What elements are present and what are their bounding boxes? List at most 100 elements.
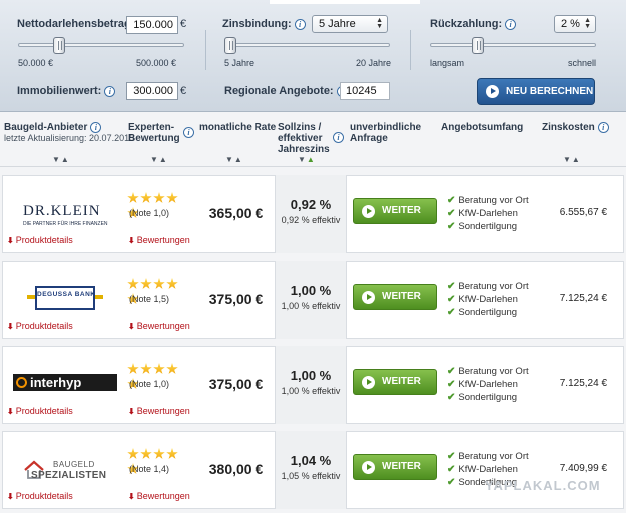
info-icon[interactable]: i: [104, 85, 116, 97]
header-offer-scope: Angebotsumfang: [441, 122, 524, 133]
product-details-link[interactable]: ⬇ Produktdetails: [7, 235, 73, 245]
play-icon: [486, 85, 499, 98]
star-icon: [127, 192, 139, 203]
effective-rate: 0,92 % effektiv: [281, 215, 341, 225]
info-icon[interactable]: i: [90, 122, 102, 133]
loan-amount-input[interactable]: 150.000: [126, 16, 178, 34]
product-details-link[interactable]: ⬇ Produktdetails: [7, 406, 73, 416]
rating-stars: [127, 192, 191, 218]
play-icon: [362, 461, 375, 474]
select-arrows-icon: ▲ ▼: [584, 17, 591, 30]
continue-button[interactable]: WEITER: [353, 198, 437, 224]
property-value-label: Immobilienwert: i: [17, 85, 116, 97]
fixation-min-label: 5 Jahre: [224, 58, 255, 68]
star-icon: [140, 448, 152, 459]
page-margin: [626, 0, 640, 513]
play-icon: [362, 376, 375, 389]
info-icon[interactable]: i: [294, 18, 306, 30]
logo-bar-right: [95, 295, 103, 299]
provider-logo-baugeld-spezialisten: BAUGELD SPEZIALISTEN: [13, 446, 115, 488]
offer-row: DR.KLEIN DIE PARTNER FÜR IHRE FINANZEN ⬇…: [2, 175, 624, 253]
reviews-link[interactable]: ⬇ Bewertungen: [128, 321, 190, 331]
nominal-rate: 1,00 %: [290, 283, 332, 298]
sort-monthly[interactable]: ▼▲: [225, 155, 243, 164]
sort-provider[interactable]: ▼▲: [52, 155, 70, 164]
loan-amount-label: Nettodarlehensbetrag:: [17, 18, 135, 30]
property-value-input[interactable]: 300.000: [126, 82, 178, 100]
rating-stars: [127, 448, 191, 474]
results-table-header: Baugeld-Anbieter i letzte Aktualisierung:…: [0, 112, 626, 167]
check-icon: ✔: [447, 464, 456, 475]
repayment-slider-handle[interactable]: [471, 37, 484, 54]
check-icon: ✔: [447, 477, 456, 488]
rating-note: (Note 1,0): [129, 208, 170, 218]
star-icon: [153, 192, 165, 203]
offer-row: BAUGELD SPEZIALISTEN ⬇ Produktdetails (No…: [2, 431, 624, 509]
logo-ring-icon: [16, 377, 27, 388]
interest-cost: 6.555,67 €: [559, 207, 607, 218]
sort-down-icon: ▼: [298, 155, 307, 164]
info-icon[interactable]: i: [505, 18, 517, 30]
check-icon: ✔: [447, 307, 456, 318]
sort-cost[interactable]: ▼▲: [563, 155, 581, 164]
nominal-rate: 0,92 %: [290, 197, 332, 212]
chevron-down-icon: ⬇: [128, 322, 135, 331]
header-monthly-rate: monatliche Rate: [199, 122, 277, 133]
reviews-link[interactable]: ⬇ Bewertungen: [128, 491, 190, 501]
product-details-link[interactable]: ⬇ Produktdetails: [7, 491, 73, 501]
rating-note: (Note 1,0): [129, 379, 170, 389]
property-value-unit: €: [180, 85, 187, 97]
star-icon: [166, 192, 178, 203]
effective-rate: 1,00 % effektiv: [281, 301, 341, 311]
fixation-select[interactable]: 5 Jahre ▲ ▼: [312, 15, 388, 33]
loan-amount-slider-track[interactable]: [18, 43, 184, 47]
chevron-down-icon: ⬇: [7, 322, 14, 331]
fixation-slider-track[interactable]: [224, 43, 390, 47]
info-icon[interactable]: i: [597, 122, 609, 133]
interest-cell: 0,92 % 0,92 % effektiv: [275, 175, 347, 253]
check-icon: ✔: [447, 451, 456, 462]
offer-row: DEGUSSA BANK ⬇ Produktdetails (Note 1,5) …: [2, 261, 624, 339]
recalculate-button[interactable]: NEU BERECHNEN: [477, 78, 595, 105]
repayment-min-label: langsam: [430, 58, 465, 68]
header-interest-cost: Zinskosten i: [542, 122, 609, 133]
select-arrows-icon: ▲ ▼: [376, 17, 383, 30]
regional-postcode-input[interactable]: 10245: [340, 82, 390, 100]
repayment-slider-track[interactable]: [430, 43, 596, 47]
star-icon: [166, 278, 178, 289]
loan-amount-slider-handle[interactable]: [53, 37, 66, 54]
sort-rating[interactable]: ▼▲: [150, 155, 168, 164]
star-icon: [153, 448, 165, 459]
repayment-max-label: schnell: [568, 58, 597, 68]
header-expert-rating: Experten- Bewertung i: [128, 122, 194, 144]
star-icon: [153, 363, 165, 374]
interest-cost: 7.125,24 €: [559, 293, 607, 304]
continue-button[interactable]: WEITER: [353, 454, 437, 480]
info-icon[interactable]: i: [333, 132, 344, 143]
continue-button[interactable]: WEITER: [353, 369, 437, 395]
product-details-link[interactable]: ⬇ Produktdetails: [7, 321, 73, 331]
star-icon: [127, 278, 139, 289]
fixation-slider-handle[interactable]: [224, 37, 236, 54]
header-provider: Baugeld-Anbieter i letzte Aktualisierung:…: [4, 122, 135, 144]
reviews-link[interactable]: ⬇ Bewertungen: [128, 406, 190, 416]
fixation-label: Zinsbindung: i: [222, 18, 306, 30]
panel-divider: [410, 30, 411, 70]
nominal-rate: 1,04 %: [290, 453, 332, 468]
check-icon: ✔: [447, 208, 456, 219]
sort-up-icon: ▲: [233, 155, 243, 164]
star-icon: [140, 363, 152, 374]
continue-button[interactable]: WEITER: [353, 284, 437, 310]
logo-bar-left: [27, 295, 35, 299]
info-icon[interactable]: i: [183, 127, 194, 138]
nominal-rate: 1,00 %: [290, 368, 332, 383]
sort-interest[interactable]: ▼▲: [298, 155, 316, 164]
reviews-link[interactable]: ⬇ Bewertungen: [128, 235, 190, 245]
play-icon: [362, 205, 375, 218]
provider-logo-interhyp: interhyp: [13, 361, 117, 403]
fixation-max-label: 20 Jahre: [356, 58, 392, 68]
chevron-down-icon: ⬇: [128, 407, 135, 416]
repayment-select[interactable]: 2 % ▲ ▼: [554, 15, 596, 33]
rating-stars: [127, 363, 191, 389]
provider-logo-dr-klein: DR.KLEIN DIE PARTNER FÜR IHRE FINANZEN: [23, 203, 108, 227]
